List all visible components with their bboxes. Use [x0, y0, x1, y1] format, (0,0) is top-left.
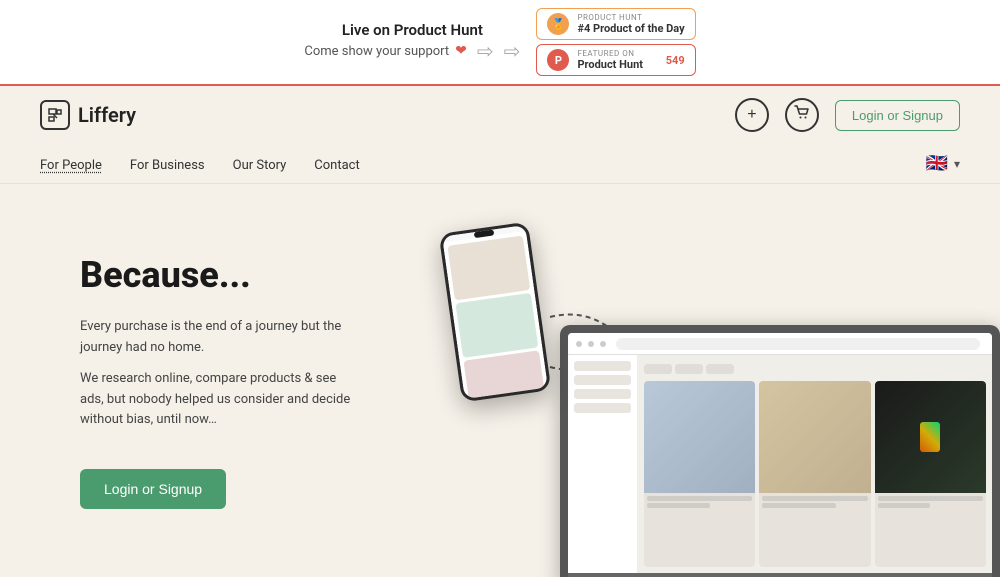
- subnav-links: For People For Business Our Story Contac…: [40, 154, 360, 173]
- cart-icon: [794, 105, 810, 126]
- flag-icon: 🇬🇧: [926, 153, 948, 174]
- logo-link[interactable]: Liffery: [40, 100, 136, 130]
- devices-illustration: [370, 217, 1000, 577]
- subnav-item-contact[interactable]: Contact: [314, 154, 359, 173]
- top-banner: Live on Product Hunt Come show your supp…: [0, 0, 1000, 86]
- language-selector[interactable]: 🇬🇧 ▾: [926, 153, 960, 174]
- phone-mockup: [439, 222, 552, 403]
- hero-headline: Because...: [80, 254, 360, 297]
- hero-paragraph-2: We research online, compare products & s…: [80, 369, 360, 431]
- arrow-icon-2: ⇨: [504, 39, 521, 63]
- subnav-item-for-business[interactable]: For Business: [130, 154, 205, 173]
- subnav: For People For Business Our Story Contac…: [0, 144, 1000, 184]
- banner-live-text: Live on Product Hunt: [342, 21, 483, 39]
- navbar: Liffery + Login or Signup: [0, 86, 1000, 144]
- chevron-down-icon: ▾: [954, 157, 960, 171]
- banner-sub-text: Come show your support ❤ ⇨ ⇨: [304, 39, 520, 63]
- ph-top-icon: 🏅: [547, 13, 569, 35]
- hero-cta-button[interactable]: Login or Signup: [80, 469, 226, 509]
- logo-name: Liffery: [78, 103, 136, 127]
- ph-badges: 🏅 PRODUCT HUNT #4 Product of the Day P F…: [536, 8, 695, 76]
- laptop-mockup: [560, 325, 1000, 577]
- subnav-item-for-people[interactable]: For People: [40, 154, 102, 173]
- banner-text-group: Live on Product Hunt Come show your supp…: [304, 21, 520, 63]
- hero-text: Because... Every purchase is the end of …: [80, 234, 360, 509]
- hero-section: Because... Every purchase is the end of …: [0, 184, 1000, 577]
- nav-right: + Login or Signup: [735, 98, 960, 132]
- login-signup-button[interactable]: Login or Signup: [835, 100, 960, 131]
- logo-icon: [40, 100, 70, 130]
- cart-button[interactable]: [785, 98, 819, 132]
- arrow-icon-1: ⇨: [477, 39, 494, 63]
- ph-featured-icon: P: [547, 49, 569, 71]
- ph-badge-featured[interactable]: P FEATURED ON Product Hunt 549: [536, 44, 695, 76]
- hero-paragraph-1: Every purchase is the end of a journey b…: [80, 317, 360, 359]
- heart-icon: ❤: [455, 43, 467, 59]
- add-button[interactable]: +: [735, 98, 769, 132]
- ph-badge-top[interactable]: 🏅 PRODUCT HUNT #4 Product of the Day: [536, 8, 695, 40]
- plus-icon: +: [747, 106, 756, 124]
- subnav-item-our-story[interactable]: Our Story: [233, 154, 287, 173]
